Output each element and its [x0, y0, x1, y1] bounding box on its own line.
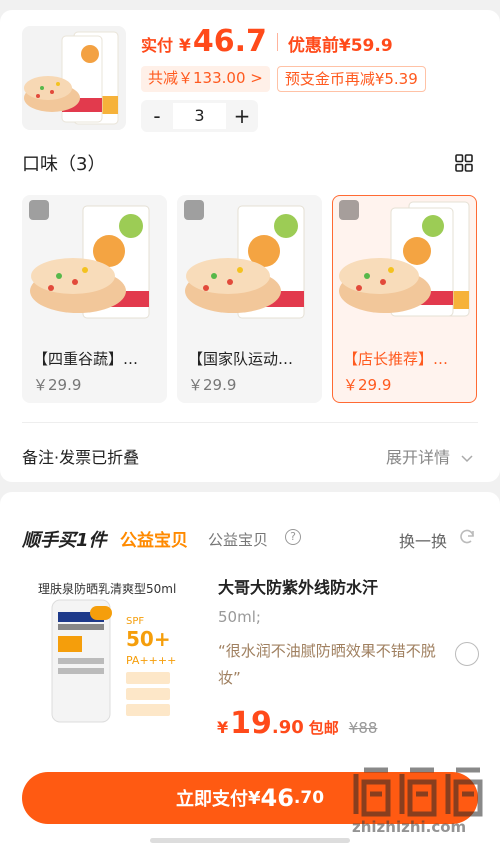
svg-text:SPF: SPF [126, 616, 144, 627]
addon-old-price: ¥88 [348, 719, 378, 737]
quantity-value[interactable]: 3 [173, 103, 226, 129]
product-thumbnail[interactable] [22, 26, 126, 130]
free-shipping-label: 包邮 [308, 719, 339, 737]
pay-now-amount-decimal: .70 [293, 788, 325, 808]
price-summary: 实付 ¥ 46.7 优惠前¥59.9 [141, 24, 393, 59]
pay-now-label: 立即支付 [175, 789, 248, 810]
coin-discount-chip[interactable]: 预支金币再减¥5.39 [276, 66, 426, 92]
increase-button[interactable]: + [226, 104, 258, 128]
addon-product-title[interactable]: 大哥大防紫外线防水汗 [218, 574, 378, 598]
notes-invoice-label: 备注·发票已折叠 [22, 448, 140, 467]
addon-title: 顺手买1件 [22, 530, 107, 551]
enlarge-icon[interactable] [29, 200, 49, 220]
quantity-stepper: - 3 + [141, 100, 258, 132]
flavor-option-name: 【国家队运动… [188, 350, 294, 368]
product-thumbnail-image [24, 31, 119, 125]
pay-now-amount-integer: 46 [260, 784, 294, 812]
svg-text:50+: 50+ [126, 627, 171, 651]
addon-product-review: “很水润不油腻防晒效果不错不脱妆” [218, 642, 436, 687]
pay-currency: ¥ [179, 36, 191, 56]
addon-charity-subtag: 公益宝贝 [208, 531, 269, 549]
refresh-icon[interactable] [458, 528, 476, 546]
flavor-option-price: ￥29.9 [33, 376, 82, 394]
expand-details-button[interactable]: 展开详情 [386, 444, 473, 468]
help-icon[interactable]: ? [285, 529, 301, 545]
pay-label: 实付 [141, 36, 174, 55]
original-price: 优惠前¥59.9 [287, 36, 393, 56]
flavor-title: 口味（3） [22, 154, 106, 175]
svg-text:PA++++: PA++++ [126, 654, 176, 667]
expand-details-label: 展开详情 [386, 448, 451, 467]
addon-price: ¥ 19 .90 包邮 ¥88 [217, 706, 377, 741]
flavor-option-3[interactable]: 【店长推荐】… ￥29.9 [332, 195, 477, 403]
swap-button-label[interactable]: 换一换 [399, 528, 447, 552]
addon-product-spec: 50ml; [218, 608, 261, 626]
decrease-button[interactable]: - [141, 104, 173, 128]
enlarge-icon[interactable] [339, 200, 359, 220]
chevron-down-icon [461, 455, 473, 463]
flavor-option-name: 【四重谷蔬】… [33, 350, 139, 368]
watermark-text: zhizhizhi.com [352, 818, 467, 836]
flavor-option-name: 【店长推荐】… [343, 350, 449, 368]
enlarge-icon[interactable] [184, 200, 204, 220]
pay-now-currency: ¥ [247, 787, 261, 809]
addon-select-radio[interactable] [455, 642, 479, 666]
addon-price-decimal: .90 [271, 717, 304, 738]
addon-price-currency: ¥ [217, 718, 229, 737]
flavor-option-2[interactable]: 【国家队运动… ￥29.9 [177, 195, 322, 403]
addon-product-caption: 理肤泉防晒乳清爽型50ml [38, 582, 177, 596]
flavor-option-1[interactable]: 【四重谷蔬】… ￥29.9 [22, 195, 167, 403]
home-indicator [150, 838, 350, 843]
price-divider [276, 32, 278, 51]
grid-view-icon[interactable] [455, 154, 473, 172]
addon-price-integer: 19 [230, 706, 272, 741]
pay-amount: 46.7 [192, 24, 267, 59]
flavor-option-price: ￥29.9 [188, 376, 237, 394]
discount-chips: 共减￥133.00 > 预支金币再减¥5.39 [141, 66, 426, 92]
total-discount-chip[interactable]: 共减￥133.00 > [141, 66, 270, 92]
section-divider [22, 422, 478, 423]
addon-charity-tag: 公益宝贝 [120, 531, 188, 551]
flavor-option-price: ￥29.9 [343, 376, 392, 394]
